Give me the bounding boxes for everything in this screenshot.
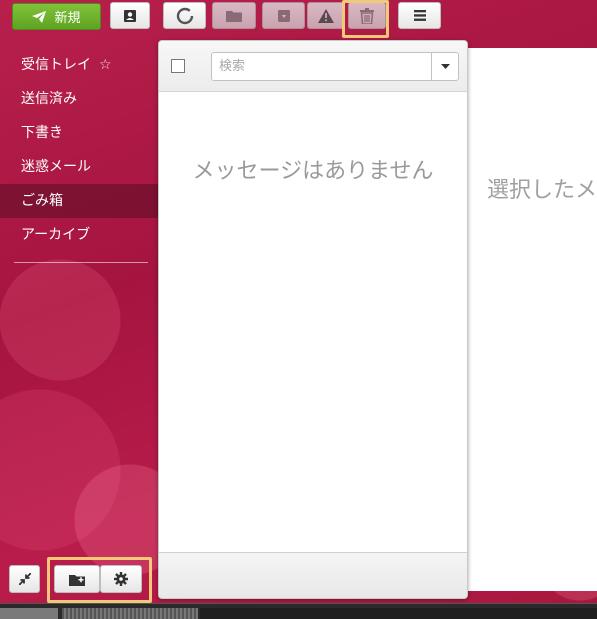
- folder-trash[interactable]: ごみ箱: [0, 184, 158, 218]
- star-icon[interactable]: ☆: [99, 57, 112, 73]
- bottom-controls-highlight: [47, 557, 152, 603]
- delete-button-highlight: [342, 0, 389, 38]
- folder-sidebar: 受信トレイ ☆ 送信済み 下書き 迷惑メール ごみ箱 アーカイブ: [0, 48, 158, 252]
- preview-pane: 選択したメッセージはありません: [468, 48, 597, 591]
- select-all-checkbox[interactable]: [171, 59, 185, 73]
- spam-icon: [318, 8, 334, 23]
- move-folder-button[interactable]: [212, 2, 256, 29]
- folder-spam[interactable]: 迷惑メール: [0, 150, 158, 184]
- send-icon: [32, 10, 47, 23]
- archive-button[interactable]: [262, 2, 305, 29]
- message-list-header: [159, 41, 467, 92]
- archive-icon: [277, 9, 291, 23]
- folder-label: 迷惑メール: [21, 159, 91, 175]
- folder-label: 送信済み: [21, 91, 77, 107]
- folder-drafts[interactable]: 下書き: [0, 116, 158, 150]
- new-message-button[interactable]: 新規: [12, 3, 101, 30]
- folder-inbox[interactable]: 受信トレイ ☆: [0, 48, 158, 82]
- sidebar-divider: [14, 262, 148, 263]
- spam-button[interactable]: [307, 2, 345, 29]
- search-options-button[interactable]: [431, 53, 458, 80]
- search-box: [211, 52, 459, 81]
- empty-list-text: メッセージはありません: [192, 159, 434, 184]
- folder-sent[interactable]: 送信済み: [0, 82, 158, 116]
- search-input[interactable]: [212, 53, 432, 80]
- folder-icon: [226, 9, 242, 22]
- contacts-icon: [123, 9, 137, 23]
- refresh-icon: [176, 7, 194, 25]
- message-list-panel: メッセージはありません: [158, 40, 468, 599]
- folder-label: ごみ箱: [21, 193, 63, 209]
- preview-empty-text: 選択したメッセージはありません: [487, 178, 597, 203]
- caret-down-icon: [440, 64, 450, 69]
- folder-label: 下書き: [21, 125, 63, 141]
- more-menu-button[interactable]: [398, 2, 441, 29]
- message-list-footer: [159, 552, 467, 598]
- refresh-button[interactable]: [163, 2, 206, 29]
- new-message-label: 新規: [54, 11, 81, 26]
- collapse-sidebar-button[interactable]: [9, 565, 40, 593]
- folder-label: 受信トレイ: [21, 57, 91, 73]
- menu-icon: [413, 10, 426, 21]
- contacts-button[interactable]: [110, 2, 150, 29]
- taskbar-strip: [0, 603, 597, 619]
- compress-icon: [18, 573, 31, 585]
- folder-archive[interactable]: アーカイブ: [0, 218, 158, 252]
- folder-label: アーカイブ: [21, 227, 91, 243]
